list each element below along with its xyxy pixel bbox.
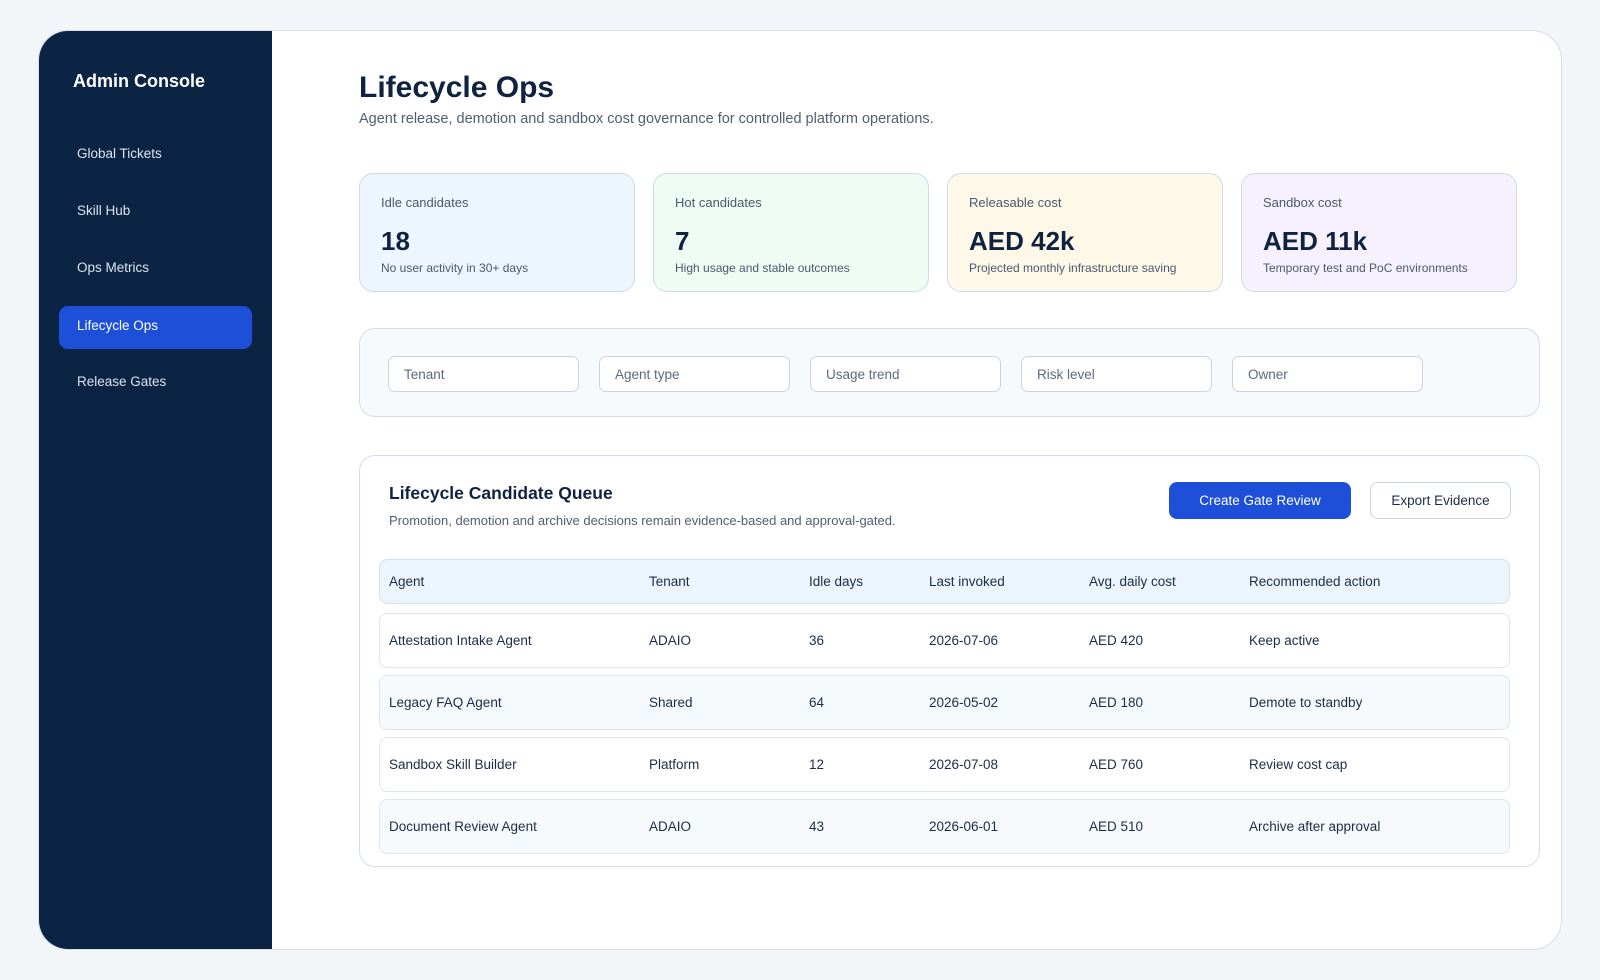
- tenant-filter-input[interactable]: [388, 356, 579, 392]
- cell-last-invoked: 2026-07-08: [929, 757, 999, 772]
- usage-trend-filter-input[interactable]: [810, 356, 1001, 392]
- kpi-label: Hot candidates: [675, 195, 762, 210]
- risk-level-filter-input[interactable]: [1021, 356, 1212, 392]
- kpi-value: 7: [675, 226, 690, 256]
- sidebar-item-ops-metrics[interactable]: Ops Metrics: [59, 248, 252, 291]
- sidebar: Admin Console Global Tickets Skill Hub O…: [39, 31, 272, 949]
- table-row[interactable]: Legacy FAQ Agent Shared 64 2026-05-02 AE…: [379, 675, 1510, 730]
- table-row[interactable]: Attestation Intake Agent ADAIO 36 2026-0…: [379, 613, 1510, 668]
- cell-agent: Attestation Intake Agent: [389, 633, 532, 648]
- table-header: Agent Tenant Idle days Last invoked Avg.…: [379, 559, 1510, 604]
- cell-tenant: ADAIO: [649, 819, 692, 834]
- cell-recommended-action: Demote to standby: [1249, 695, 1363, 710]
- kpi-label: Idle candidates: [381, 195, 469, 210]
- sidebar-item-release-gates[interactable]: Release Gates: [59, 362, 252, 405]
- kpi-value: AED 11k: [1263, 226, 1368, 256]
- kpi-note: High usage and stable outcomes: [675, 261, 850, 275]
- cell-agent: Legacy FAQ Agent: [389, 695, 502, 710]
- column-header-last-invoked: Last invoked: [929, 574, 1005, 589]
- cell-tenant: Shared: [649, 695, 693, 710]
- cell-idle-days: 12: [809, 757, 825, 772]
- cell-tenant: Platform: [649, 757, 700, 772]
- cell-idle-days: 43: [809, 819, 825, 834]
- cell-last-invoked: 2026-07-06: [929, 633, 999, 648]
- sidebar-item-skill-hub[interactable]: Skill Hub: [59, 191, 252, 234]
- kpi-label: Releasable cost: [969, 195, 1062, 210]
- column-header-recommended-action: Recommended action: [1249, 574, 1381, 589]
- table-row[interactable]: Sandbox Skill Builder Platform 12 2026-0…: [379, 737, 1510, 792]
- agent-type-filter-input[interactable]: [599, 356, 790, 392]
- app-window: Admin Console Global Tickets Skill Hub O…: [38, 30, 1562, 950]
- cell-avg-daily-cost: AED 510: [1089, 819, 1144, 834]
- queue-title: Lifecycle Candidate Queue: [389, 483, 613, 503]
- kpi-card-sandbox-cost: Sandbox cost AED 11k Temporary test and …: [1241, 173, 1517, 292]
- cell-last-invoked: 2026-05-02: [929, 695, 999, 710]
- kpi-card-releasable-cost: Releasable cost AED 42k Projected monthl…: [947, 173, 1223, 292]
- column-header-agent: Agent: [389, 574, 425, 589]
- column-header-idle-days: Idle days: [809, 574, 864, 589]
- cell-avg-daily-cost: AED 420: [1089, 633, 1144, 648]
- kpi-value: 18: [381, 226, 410, 256]
- export-evidence-button[interactable]: Export Evidence: [1370, 482, 1511, 519]
- cell-agent: Document Review Agent: [389, 819, 537, 834]
- kpi-card-hot: Hot candidates 7 High usage and stable o…: [653, 173, 929, 292]
- kpi-card-idle: Idle candidates 18 No user activity in 3…: [359, 173, 635, 292]
- cell-recommended-action: Review cost cap: [1249, 757, 1348, 772]
- cell-idle-days: 36: [809, 633, 825, 648]
- cell-idle-days: 64: [809, 695, 825, 710]
- queue-subtitle: Promotion, demotion and archive decision…: [389, 513, 896, 528]
- kpi-label: Sandbox cost: [1263, 195, 1342, 210]
- page-subtitle: Agent release, demotion and sandbox cost…: [359, 111, 934, 127]
- cell-avg-daily-cost: AED 760: [1089, 757, 1144, 772]
- owner-filter-input[interactable]: [1232, 356, 1423, 392]
- column-header-avg-daily-cost: Avg. daily cost: [1089, 574, 1176, 589]
- cell-last-invoked: 2026-06-01: [929, 819, 999, 834]
- brand-title: Admin Console: [73, 71, 206, 91]
- main-content: Lifecycle Ops Agent release, demotion an…: [272, 31, 1561, 949]
- sidebar-item-lifecycle-ops[interactable]: Lifecycle Ops: [59, 306, 252, 349]
- cell-avg-daily-cost: AED 180: [1089, 695, 1144, 710]
- table-row[interactable]: Document Review Agent ADAIO 43 2026-06-0…: [379, 799, 1510, 854]
- kpi-note: Temporary test and PoC environments: [1263, 261, 1468, 275]
- cell-tenant: ADAIO: [649, 633, 692, 648]
- cell-agent: Sandbox Skill Builder: [389, 757, 517, 772]
- candidate-queue-panel: Lifecycle Candidate Queue Promotion, dem…: [359, 455, 1540, 867]
- sidebar-item-global-tickets[interactable]: Global Tickets: [59, 134, 252, 177]
- kpi-note: No user activity in 30+ days: [381, 261, 529, 275]
- cell-recommended-action: Keep active: [1249, 633, 1320, 648]
- column-header-tenant: Tenant: [649, 574, 690, 589]
- kpi-note: Projected monthly infrastructure saving: [969, 261, 1177, 275]
- create-gate-review-button[interactable]: Create Gate Review: [1169, 482, 1351, 519]
- filter-bar: [359, 328, 1540, 417]
- page-title: Lifecycle Ops: [359, 71, 555, 104]
- cell-recommended-action: Archive after approval: [1249, 819, 1381, 834]
- kpi-value: AED 42k: [969, 226, 1075, 256]
